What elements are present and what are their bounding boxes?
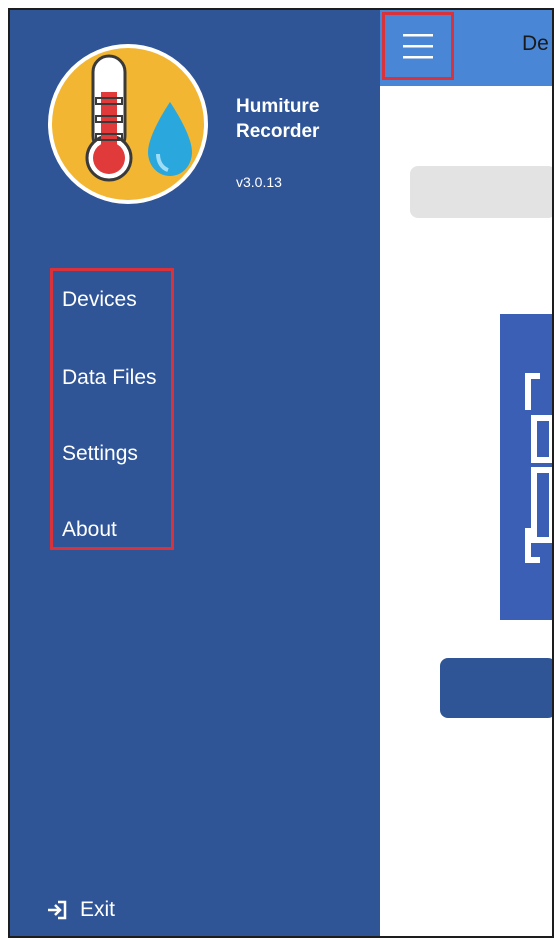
menu-item-data-files[interactable]: Data Files	[62, 366, 157, 390]
app-logo	[46, 42, 210, 206]
navigation-drawer: Humiture Recorder v3.0.13 Devices Data F…	[10, 10, 380, 936]
scan-button[interactable]	[440, 658, 552, 718]
search-bar[interactable]	[410, 166, 552, 218]
thermometer-icon	[85, 54, 133, 182]
scan-frame-icon	[525, 373, 552, 563]
app-bar-title: De	[522, 32, 549, 55]
menu-item-about[interactable]: About	[62, 518, 117, 542]
phone-screen: De Humiture Recorder v3.0.13 Devices Dat…	[8, 8, 554, 938]
app-bar: De	[380, 10, 552, 86]
hamburger-menu-button[interactable]	[382, 12, 454, 80]
scan-card[interactable]	[500, 314, 552, 620]
exit-button[interactable]: Exit	[46, 898, 115, 922]
exit-icon	[48, 900, 67, 920]
app-version: v3.0.13	[236, 174, 282, 190]
menu-item-devices[interactable]: Devices	[62, 288, 137, 312]
menu-item-settings[interactable]: Settings	[62, 442, 138, 466]
app-name: Humiture Recorder	[236, 96, 320, 142]
hamburger-menu-icon	[403, 34, 433, 59]
exit-label: Exit	[80, 898, 116, 921]
